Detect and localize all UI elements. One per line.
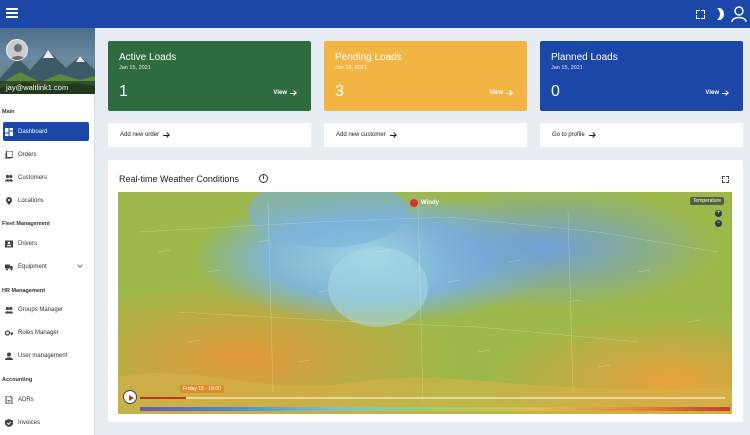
weather-panel: Real-time Weather Conditions i Windy Tem…: [108, 160, 743, 422]
arrow-right-icon: [506, 90, 513, 96]
sidebar-item-customers[interactable]: Customers: [3, 168, 89, 187]
card-title: Planned Loads: [551, 52, 618, 63]
truck-icon: [5, 264, 13, 270]
timeline-date-chip: Friday 15 - 18:00: [180, 385, 224, 393]
user-email: jay@waltlink1.com: [0, 81, 95, 94]
view-label: View: [273, 90, 287, 96]
link-label: Add new order: [120, 132, 160, 138]
sidebar-item-groups-manager[interactable]: Groups Manager: [3, 300, 89, 319]
sidebar-item-adrs[interactable]: ADRs: [3, 390, 89, 409]
weather-title: Real-time Weather Conditions: [119, 174, 239, 184]
menu-icon[interactable]: [6, 6, 18, 22]
top-app-bar: [0, 0, 750, 28]
view-active-loads-button[interactable]: View: [273, 90, 297, 96]
profile-header: jay@waltlink1.com: [0, 28, 95, 94]
sidebar-item-orders[interactable]: Orders: [3, 145, 89, 164]
windy-logo[interactable]: Windy: [410, 199, 439, 207]
sidebar-item-label: Customers: [18, 174, 48, 181]
card-title: Pending Loads: [335, 52, 402, 63]
arrow-right-icon: [389, 132, 397, 138]
zoom-in-button[interactable]: +: [715, 210, 722, 217]
user-icon: [5, 352, 13, 360]
avatar[interactable]: [6, 39, 28, 61]
map-layer: [118, 192, 732, 414]
driver-badge-icon: [5, 240, 13, 247]
sidebar-item-label: Equipment: [18, 263, 47, 270]
sidebar-item-invoices[interactable]: Invoices: [3, 413, 89, 432]
account-icon[interactable]: [731, 5, 747, 23]
view-label: View: [489, 90, 503, 96]
sidebar-item-label: Locations: [18, 197, 44, 204]
sidebar-item-locations[interactable]: Locations: [3, 191, 89, 210]
sidebar-item-label: ADRs: [18, 396, 34, 403]
section-main: Main: [2, 109, 15, 115]
card-count: 0: [551, 83, 560, 100]
arrow-right-icon: [163, 132, 170, 138]
card-date: Jan 15, 2021: [119, 65, 151, 71]
arrow-right-icon: [588, 132, 596, 138]
view-label: View: [705, 90, 719, 96]
temperature-legend: [140, 407, 730, 411]
fullscreen-icon[interactable]: [696, 10, 705, 19]
zoom-out-button[interactable]: −: [715, 220, 722, 227]
groups-icon: [5, 306, 13, 313]
fullscreen-icon[interactable]: [722, 176, 729, 183]
timeline-slider[interactable]: [140, 397, 725, 399]
orders-icon: [5, 150, 13, 159]
section-hr: HR Management: [2, 288, 46, 294]
sidebar-item-user-management[interactable]: User management: [3, 346, 89, 365]
active-loads-card: Active Loads Jan 15, 2021 1 View: [108, 41, 311, 111]
view-planned-loads-button[interactable]: View: [705, 90, 729, 96]
card-date: Jan 15, 2021: [551, 65, 583, 71]
sidebar-item-drivers[interactable]: Drivers: [3, 234, 89, 253]
info-icon[interactable]: i: [259, 174, 268, 183]
dark-mode-icon[interactable]: [714, 8, 724, 20]
arrow-right-icon: [290, 90, 297, 96]
add-new-customer-link[interactable]: Add new customer: [324, 123, 527, 147]
section-fleet: Fleet Management: [2, 221, 50, 227]
sidebar-item-label: User management: [18, 352, 68, 359]
location-icon: [6, 196, 12, 205]
key-icon: [5, 329, 13, 336]
dashboard-icon: [5, 127, 13, 136]
view-pending-loads-button[interactable]: View: [489, 90, 513, 96]
windy-icon: [410, 199, 418, 207]
link-label: Add new customer: [336, 132, 386, 138]
card-title: Active Loads: [119, 52, 177, 63]
card-count: 3: [335, 83, 344, 100]
planned-loads-card: Planned Loads Jan 15, 2021 0 View: [540, 41, 743, 111]
sidebar-item-label: Groups Manager: [18, 306, 64, 313]
sidebar-item-dashboard[interactable]: Dashboard: [3, 122, 89, 141]
arrow-right-icon: [722, 90, 729, 96]
card-date: Jan 15, 2021: [335, 65, 367, 71]
chevron-down-icon[interactable]: [77, 262, 83, 268]
windy-label: Windy: [421, 200, 439, 206]
card-count: 1: [119, 83, 128, 100]
temperature-layer-button[interactable]: Temperature: [689, 197, 724, 205]
sidebar-item-label: Drivers: [18, 240, 37, 247]
play-button[interactable]: [123, 390, 137, 404]
sidebar-item-label: Dashboard: [18, 128, 48, 135]
invoice-icon: [5, 418, 13, 427]
timeline-progress: [140, 397, 186, 399]
sidebar-item-equipment[interactable]: Equipment: [3, 257, 89, 276]
sidebar: jay@waltlink1.com Main Dashboard Orders …: [0, 28, 95, 435]
customers-icon: [5, 174, 13, 181]
section-accounting: Accounting: [2, 377, 33, 383]
sidebar-item-label: Invoices: [18, 419, 41, 426]
document-icon: [5, 395, 13, 404]
sidebar-item-roles-manager[interactable]: Roles Manager: [3, 323, 89, 342]
sidebar-item-label: Roles Manager: [18, 329, 59, 336]
go-to-profile-link[interactable]: Go to profile: [540, 123, 743, 147]
pending-loads-card: Pending Loads Jan 15, 2021 3 View: [324, 41, 527, 111]
sidebar-item-label: Orders: [18, 151, 37, 158]
weather-map[interactable]: Windy Temperature + − Friday 15 - 18:00: [118, 192, 732, 414]
link-label: Go to profile: [552, 132, 585, 138]
add-new-order-link[interactable]: Add new order: [108, 123, 311, 147]
